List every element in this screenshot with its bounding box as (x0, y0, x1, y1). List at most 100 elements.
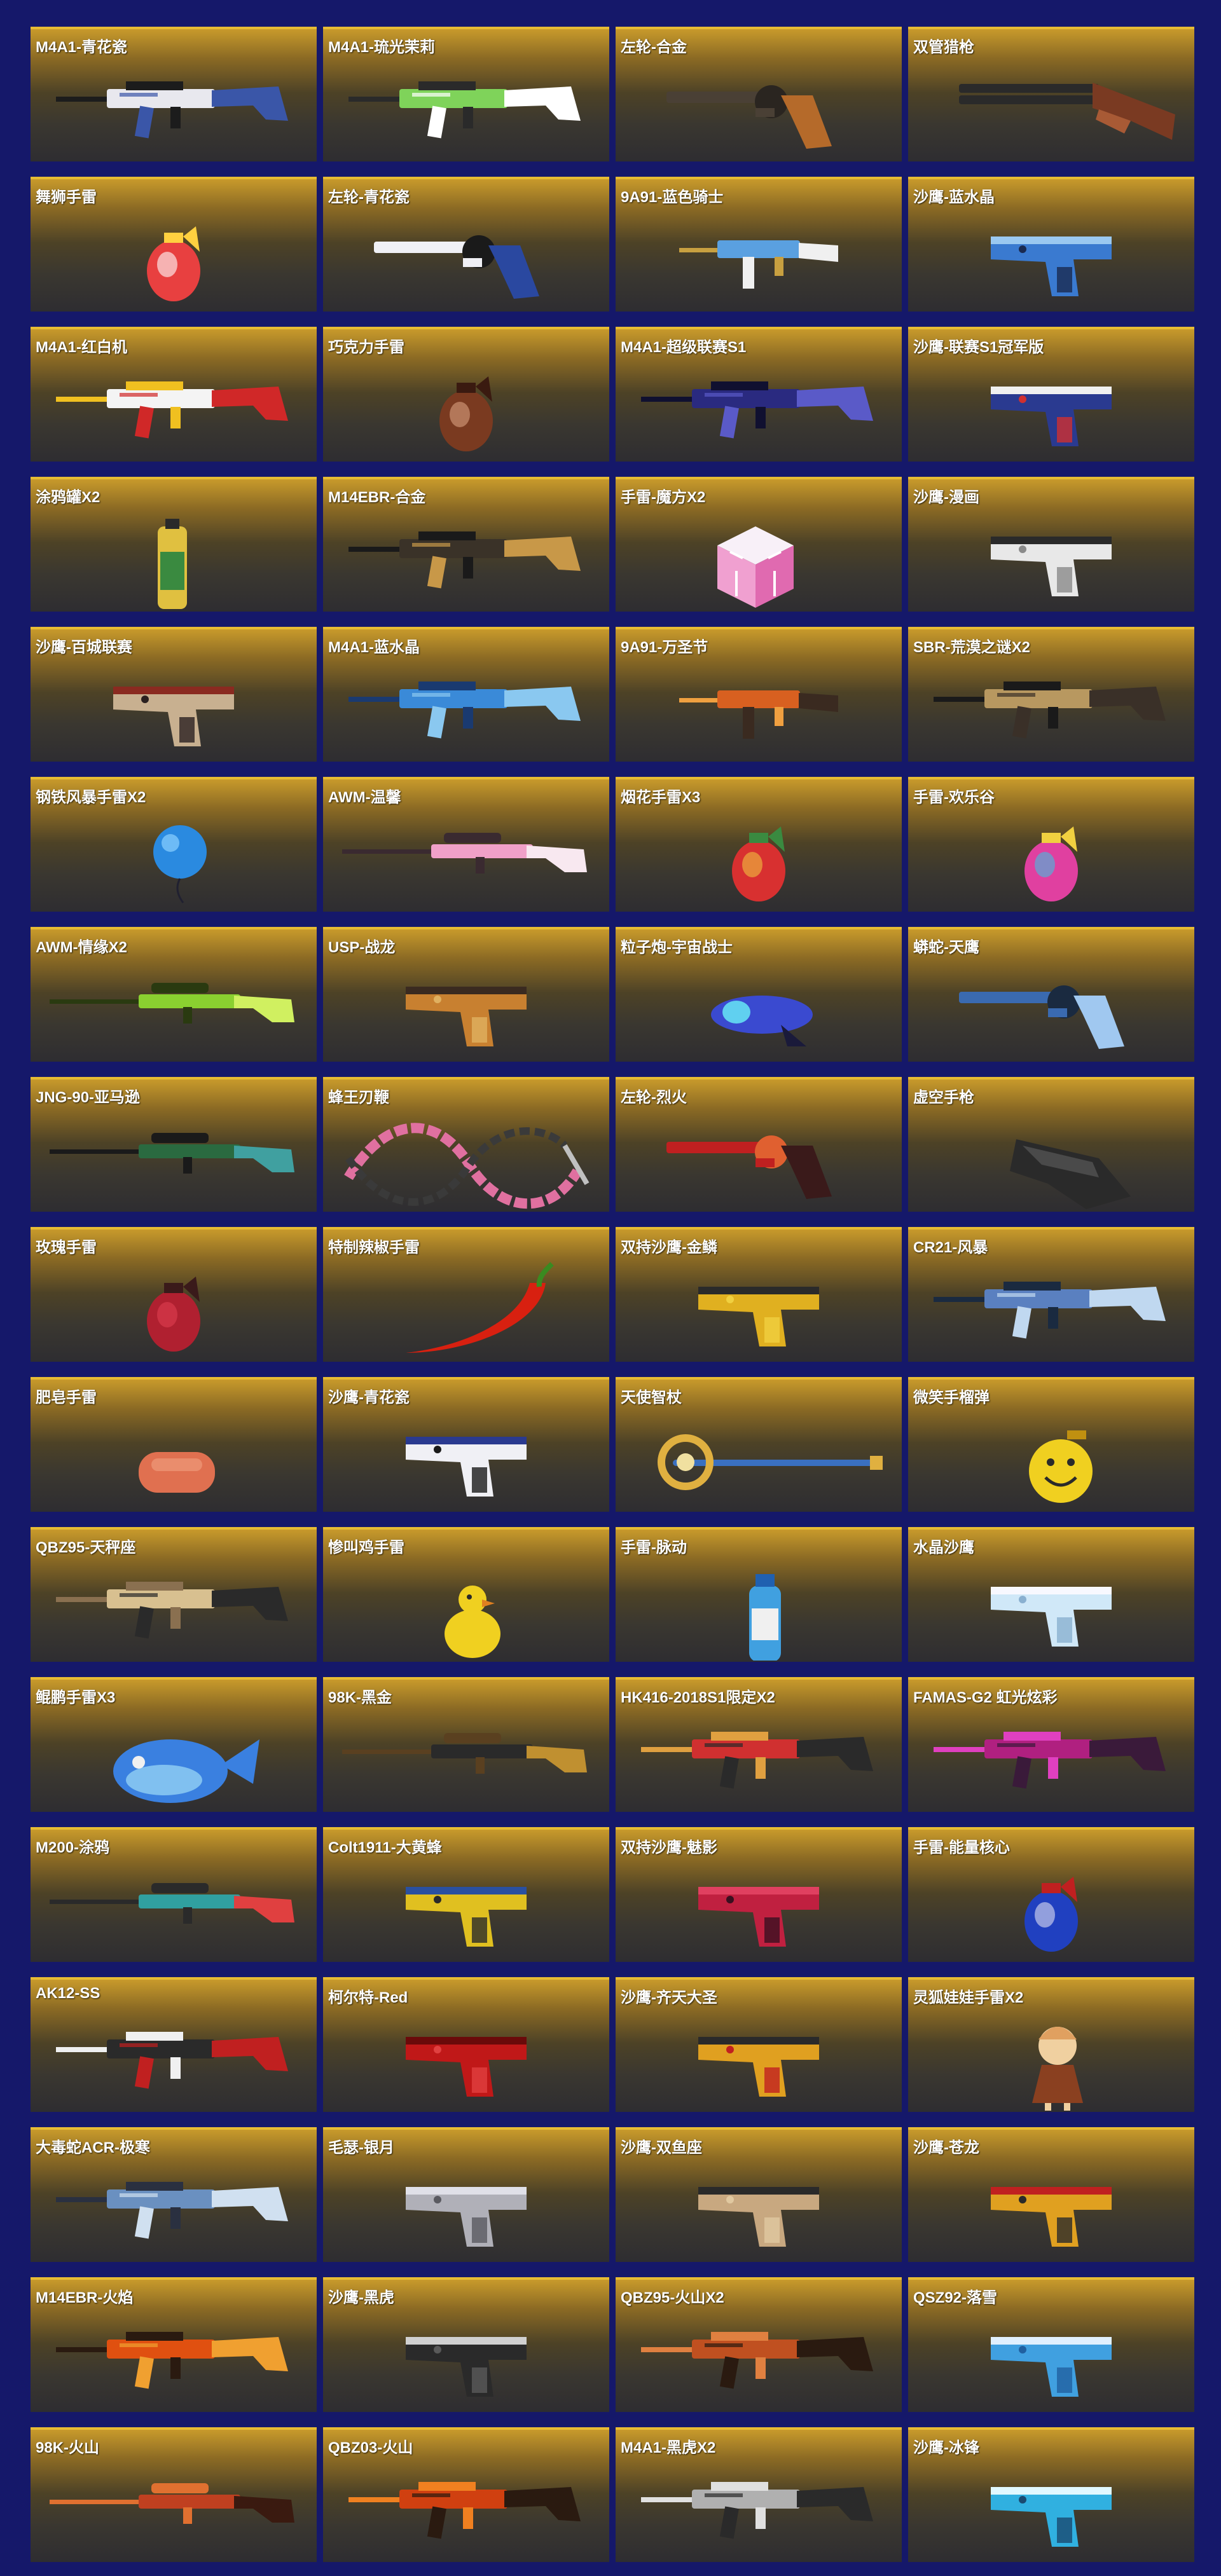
item-name: 微笑手榴弹 (913, 1389, 990, 1406)
item-card[interactable]: M4A1-青花瓷 (31, 27, 317, 161)
item-card[interactable]: 蜂王刃鞭 (323, 1077, 609, 1212)
item-card[interactable]: USP-战龙 (323, 927, 609, 1062)
item-name: 舞狮手雷 (36, 189, 97, 206)
rifle-icon (921, 651, 1182, 760)
item-card[interactable]: 手雷-能量核心 (908, 1827, 1194, 1962)
weapon-grid: M4A1-青花瓷 M4A1-琉光茉莉 左轮-合金 双管猎枪 舞狮手雷 左轮-青花… (31, 27, 1194, 2562)
item-card[interactable]: 双持沙鹰-金鳞 (616, 1227, 902, 1362)
item-card[interactable]: 灵狐娃娃手雷X2 (908, 1977, 1194, 2112)
item-card[interactable]: 沙鹰-百城联赛 (31, 627, 317, 762)
item-card[interactable]: 沙鹰-双鱼座 (616, 2127, 902, 2262)
item-name: M4A1-青花瓷 (36, 39, 128, 56)
item-card[interactable]: QSZ92-落雪 (908, 2277, 1194, 2412)
item-name: 特制辣椒手雷 (328, 1239, 420, 1256)
bottle-icon (628, 1551, 889, 1661)
item-card[interactable]: SBR-荒漠之谜X2 (908, 627, 1194, 762)
staff-icon (628, 1401, 889, 1511)
item-card[interactable]: 沙鹰-苍龙 (908, 2127, 1194, 2262)
item-name: 沙鹰-蓝水晶 (913, 189, 995, 206)
pistol-icon (336, 1401, 597, 1511)
item-name: AWM-温馨 (328, 789, 401, 806)
item-name: 手雷-能量核心 (913, 1839, 1010, 1856)
pistol-icon (921, 2301, 1182, 2411)
item-card[interactable]: AK12-SS (31, 1977, 317, 2112)
item-card[interactable]: 大毒蛇ACR-极寒 (31, 2127, 317, 2262)
item-card[interactable]: 肥皂手雷 (31, 1377, 317, 1512)
item-card[interactable]: 沙鹰-齐天大圣 (616, 1977, 902, 2112)
item-card[interactable]: M4A1-黑虎X2 (616, 2427, 902, 2562)
item-card[interactable]: 惨叫鸡手雷 (323, 1527, 609, 1662)
item-card[interactable]: 烟花手雷X3 (616, 777, 902, 912)
item-card[interactable]: 舞狮手雷 (31, 177, 317, 312)
item-card[interactable]: 双持沙鹰-魅影 (616, 1827, 902, 1962)
item-name: 大毒蛇ACR-极寒 (36, 2139, 150, 2156)
item-card[interactable]: HK416-2018S1限定X2 (616, 1677, 902, 1812)
item-card[interactable]: 毛瑟-银月 (323, 2127, 609, 2262)
pistol-icon (336, 951, 597, 1060)
item-card[interactable]: 沙鹰-联赛S1冠军版 (908, 327, 1194, 462)
item-name: 蟒蛇-天鹰 (913, 939, 979, 956)
item-card[interactable]: M4A1-红白机 (31, 327, 317, 462)
item-card[interactable]: CR21-风暴 (908, 1227, 1194, 1362)
item-name: QSZ92-落雪 (913, 2289, 998, 2306)
item-card[interactable]: 沙鹰-冰锋 (908, 2427, 1194, 2562)
rifle-icon (336, 2451, 597, 2561)
item-card[interactable]: 左轮-青花瓷 (323, 177, 609, 312)
item-card[interactable]: JNG-90-亚马逊 (31, 1077, 317, 1212)
item-name: 粒子炮-宇宙战士 (621, 939, 733, 956)
item-card[interactable]: 双管猎枪 (908, 27, 1194, 161)
item-name: 沙鹰-百城联赛 (36, 639, 132, 656)
item-card[interactable]: 手雷-欢乐谷 (908, 777, 1194, 912)
rifle-icon (628, 2451, 889, 2561)
item-name: 毛瑟-银月 (328, 2139, 394, 2156)
item-card[interactable]: M4A1-琉光茉莉 (323, 27, 609, 161)
item-card[interactable]: 特制辣椒手雷 (323, 1227, 609, 1362)
item-card[interactable]: FAMAS-G2 虹光炫彩 (908, 1677, 1194, 1812)
item-card[interactable]: 98K-黑金 (323, 1677, 609, 1812)
item-card[interactable]: M200-涂鸦 (31, 1827, 317, 1962)
item-card[interactable]: 鲲鹏手雷X3 (31, 1677, 317, 1812)
item-card[interactable]: 手雷-魔方X2 (616, 477, 902, 612)
item-card[interactable]: 9A91-万圣节 (616, 627, 902, 762)
item-card[interactable]: QBZ95-天秤座 (31, 1527, 317, 1662)
item-card[interactable]: AWM-情缘X2 (31, 927, 317, 1062)
item-name: 沙鹰-青花瓷 (328, 1389, 410, 1406)
item-card[interactable]: 虚空手枪 (908, 1077, 1194, 1212)
item-card[interactable]: 手雷-脉动 (616, 1527, 902, 1662)
item-card[interactable]: 钢铁风暴手雷X2 (31, 777, 317, 912)
item-card[interactable]: M4A1-超级联赛S1 (616, 327, 902, 462)
item-card[interactable]: 水晶沙鹰 (908, 1527, 1194, 1662)
item-card[interactable]: M14EBR-合金 (323, 477, 609, 612)
item-card[interactable]: 左轮-烈火 (616, 1077, 902, 1212)
item-card[interactable]: M14EBR-火焰 (31, 2277, 317, 2412)
item-name: 左轮-青花瓷 (328, 189, 410, 206)
sniper-icon (43, 1851, 304, 1961)
item-card[interactable]: Colt1911-大黄蜂 (323, 1827, 609, 1962)
item-card[interactable]: 微笑手榴弹 (908, 1377, 1194, 1512)
item-card[interactable]: 玫瑰手雷 (31, 1227, 317, 1362)
item-card[interactable]: 沙鹰-黑虎 (323, 2277, 609, 2412)
item-card[interactable]: 巧克力手雷 (323, 327, 609, 462)
item-card[interactable]: 粒子炮-宇宙战士 (616, 927, 902, 1062)
item-card[interactable]: 左轮-合金 (616, 27, 902, 161)
item-card[interactable]: 98K-火山 (31, 2427, 317, 2562)
item-name: 沙鹰-苍龙 (913, 2139, 979, 2156)
item-card[interactable]: M4A1-蓝水晶 (323, 627, 609, 762)
item-card[interactable]: 沙鹰-漫画 (908, 477, 1194, 612)
item-card[interactable]: QBZ03-火山 (323, 2427, 609, 2562)
item-card[interactable]: AWM-温馨 (323, 777, 609, 912)
item-card[interactable]: QBZ95-火山X2 (616, 2277, 902, 2412)
item-card[interactable]: 9A91-蓝色骑士 (616, 177, 902, 312)
item-card[interactable]: 蟒蛇-天鹰 (908, 927, 1194, 1062)
chicken-icon (336, 1551, 597, 1661)
soap-icon (43, 1401, 304, 1511)
item-card[interactable]: 涂鸦罐X2 (31, 477, 317, 612)
item-card[interactable]: 沙鹰-蓝水晶 (908, 177, 1194, 312)
item-card[interactable]: 天使智杖 (616, 1377, 902, 1512)
item-name: 沙鹰-齐天大圣 (621, 1989, 717, 2006)
item-card[interactable]: 柯尔特-Red (323, 1977, 609, 2112)
item-card[interactable]: 沙鹰-青花瓷 (323, 1377, 609, 1512)
revolver-icon (628, 1101, 889, 1210)
rifle-icon (628, 2301, 889, 2411)
item-name: 沙鹰-联赛S1冠军版 (913, 339, 1044, 356)
